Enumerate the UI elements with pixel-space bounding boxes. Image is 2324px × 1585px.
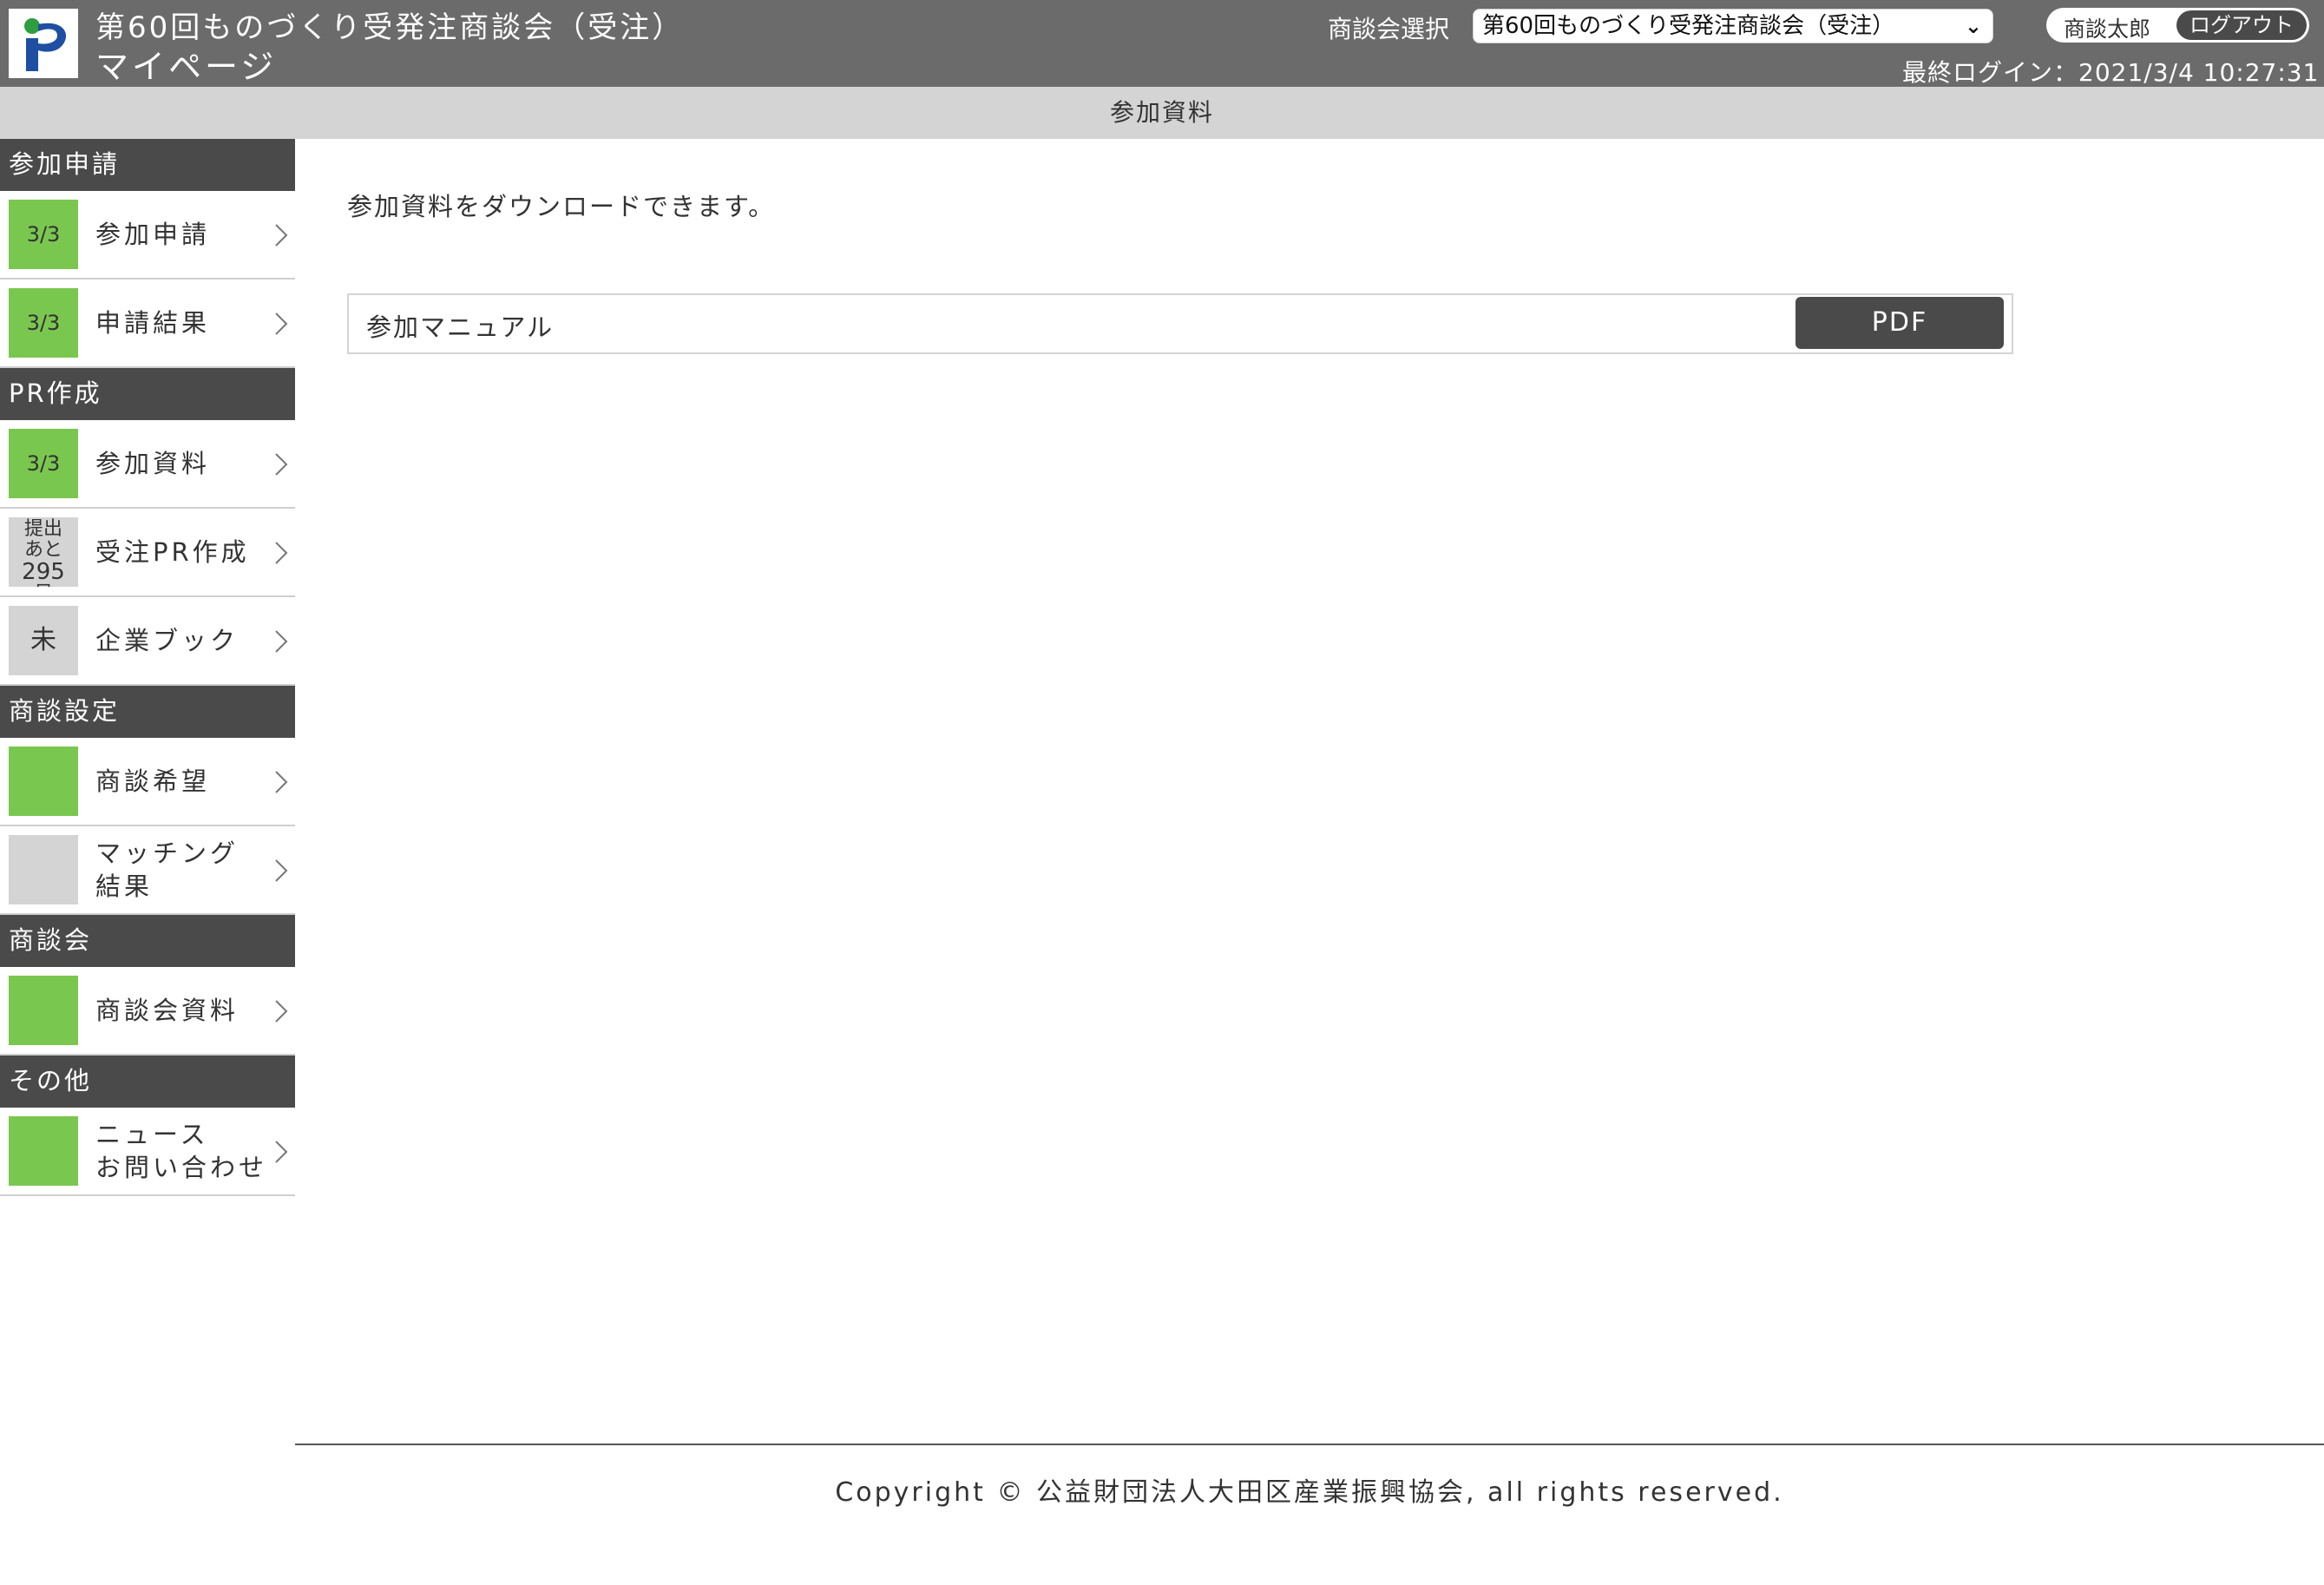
sidebar-item-meeting-materials[interactable]: 商談会資料 — [0, 967, 295, 1056]
sidebar-item-label-line: お問い合わせ — [95, 1153, 268, 1182]
sidebar-item-news-contact[interactable]: ニュース お問い合わせ — [0, 1108, 295, 1196]
sidebar-section-pr: PR作成 — [0, 368, 295, 420]
sidebar-item-label-line: 結果 — [95, 871, 154, 901]
chevron-down-icon: ⌄ — [1964, 14, 1982, 38]
sidebar-section-meeting-settings: 商談設定 — [0, 686, 295, 738]
sidebar-item-pr-create[interactable]: 提出 あと 295 日 受注PR作成 — [0, 509, 295, 597]
page-heading: マイページ — [95, 48, 278, 86]
event-select-label: 商談会選択 — [1328, 15, 1450, 43]
chevron-right-icon — [275, 1000, 288, 1023]
sidebar-item-label: 参加申請 — [95, 220, 211, 249]
status-badge — [9, 835, 78, 904]
event-select-value: 第60回ものづくり受発注商談会（受注） — [1482, 13, 1895, 39]
sidebar-item-label: 商談会資料 — [95, 996, 240, 1025]
sidebar-section-meeting: 商談会 — [0, 915, 295, 967]
status-badge: 3/3 — [9, 288, 78, 358]
page-title: 参加資料 — [0, 87, 2324, 139]
sidebar-item-materials[interactable]: 3/3 参加資料 — [0, 420, 295, 509]
chevron-right-icon — [275, 224, 288, 247]
sidebar-item-label-line: マッチング — [95, 839, 240, 868]
sidebar-section-other: その他 — [0, 1056, 295, 1108]
chevron-right-icon — [275, 542, 288, 564]
status-badge — [9, 976, 78, 1045]
logout-button[interactable]: ログアウト — [2176, 10, 2307, 40]
sidebar: 参加申請 3/3 参加申請 3/3 申請結果 PR作成 3/3 参加資料 提出 … — [0, 139, 295, 1196]
logo-icon — [24, 18, 67, 71]
copyright: Copyright © 公益財団法人大田区産業振興協会, all rights … — [835, 1477, 1784, 1508]
event-select[interactable]: 第60回ものづくり受発注商談会（受注） ⌄ — [1473, 9, 1993, 43]
sidebar-item-matching-result[interactable]: マッチング 結果 — [0, 826, 295, 915]
document-name: 参加マニュアル — [366, 312, 555, 342]
deadline-badge-line: あと — [23, 539, 62, 561]
sidebar-item-label: マッチング 結果 — [95, 826, 239, 913]
chevron-right-icon — [275, 312, 288, 335]
sidebar-item-meeting-request[interactable]: 商談希望 — [0, 738, 295, 826]
status-badge — [9, 746, 78, 816]
intro-text: 参加資料をダウンロードできます。 — [347, 192, 776, 221]
sidebar-item-label: ニュース お問い合わせ — [95, 1108, 267, 1194]
last-login: 最終ログイン：2021/3/4 10:27:31 — [1902, 58, 2320, 87]
deadline-badge: 提出 あと 295 日 — [9, 517, 78, 587]
document-row: 参加マニュアル PDF — [347, 293, 2013, 354]
user-name: 商談太郎 — [2064, 16, 2151, 42]
sidebar-item-label: 申請結果 — [95, 308, 211, 338]
chevron-right-icon — [275, 771, 288, 793]
user-menu: 商談太郎 ログアウト — [2046, 8, 2309, 43]
chevron-right-icon — [275, 453, 288, 476]
sidebar-item-application[interactable]: 3/3 参加申請 — [0, 191, 295, 280]
sidebar-item-label: 企業ブック — [95, 626, 240, 655]
status-badge: 3/3 — [9, 429, 78, 498]
sidebar-item-company-book[interactable]: 未 企業ブック — [0, 597, 295, 686]
sidebar-item-label-line: ニュース — [95, 1120, 209, 1149]
footer-divider — [295, 1444, 2324, 1445]
deadline-badge-days: 295 — [22, 559, 65, 585]
chevron-right-icon — [275, 859, 288, 882]
chevron-right-icon — [275, 1141, 288, 1163]
sidebar-item-label: 受注PR作成 — [95, 537, 250, 567]
pdf-download-button[interactable]: PDF — [1796, 297, 2004, 349]
header: 第60回ものづくり受発注商談会（受注） マイページ 商談会選択 第60回ものづく… — [0, 0, 2324, 87]
deadline-badge-line: 提出 — [23, 518, 62, 540]
deadline-badge-line: 日 — [9, 583, 78, 588]
sidebar-section-application: 参加申請 — [0, 139, 295, 191]
status-badge: 未 — [9, 606, 78, 675]
status-badge — [9, 1116, 78, 1186]
chevron-right-icon — [275, 630, 288, 653]
sidebar-item-application-result[interactable]: 3/3 申請結果 — [0, 280, 295, 368]
logo[interactable] — [9, 9, 78, 78]
sidebar-item-label: 参加資料 — [95, 449, 211, 478]
sidebar-item-label: 商談希望 — [95, 766, 211, 796]
status-badge: 3/3 — [9, 200, 78, 269]
